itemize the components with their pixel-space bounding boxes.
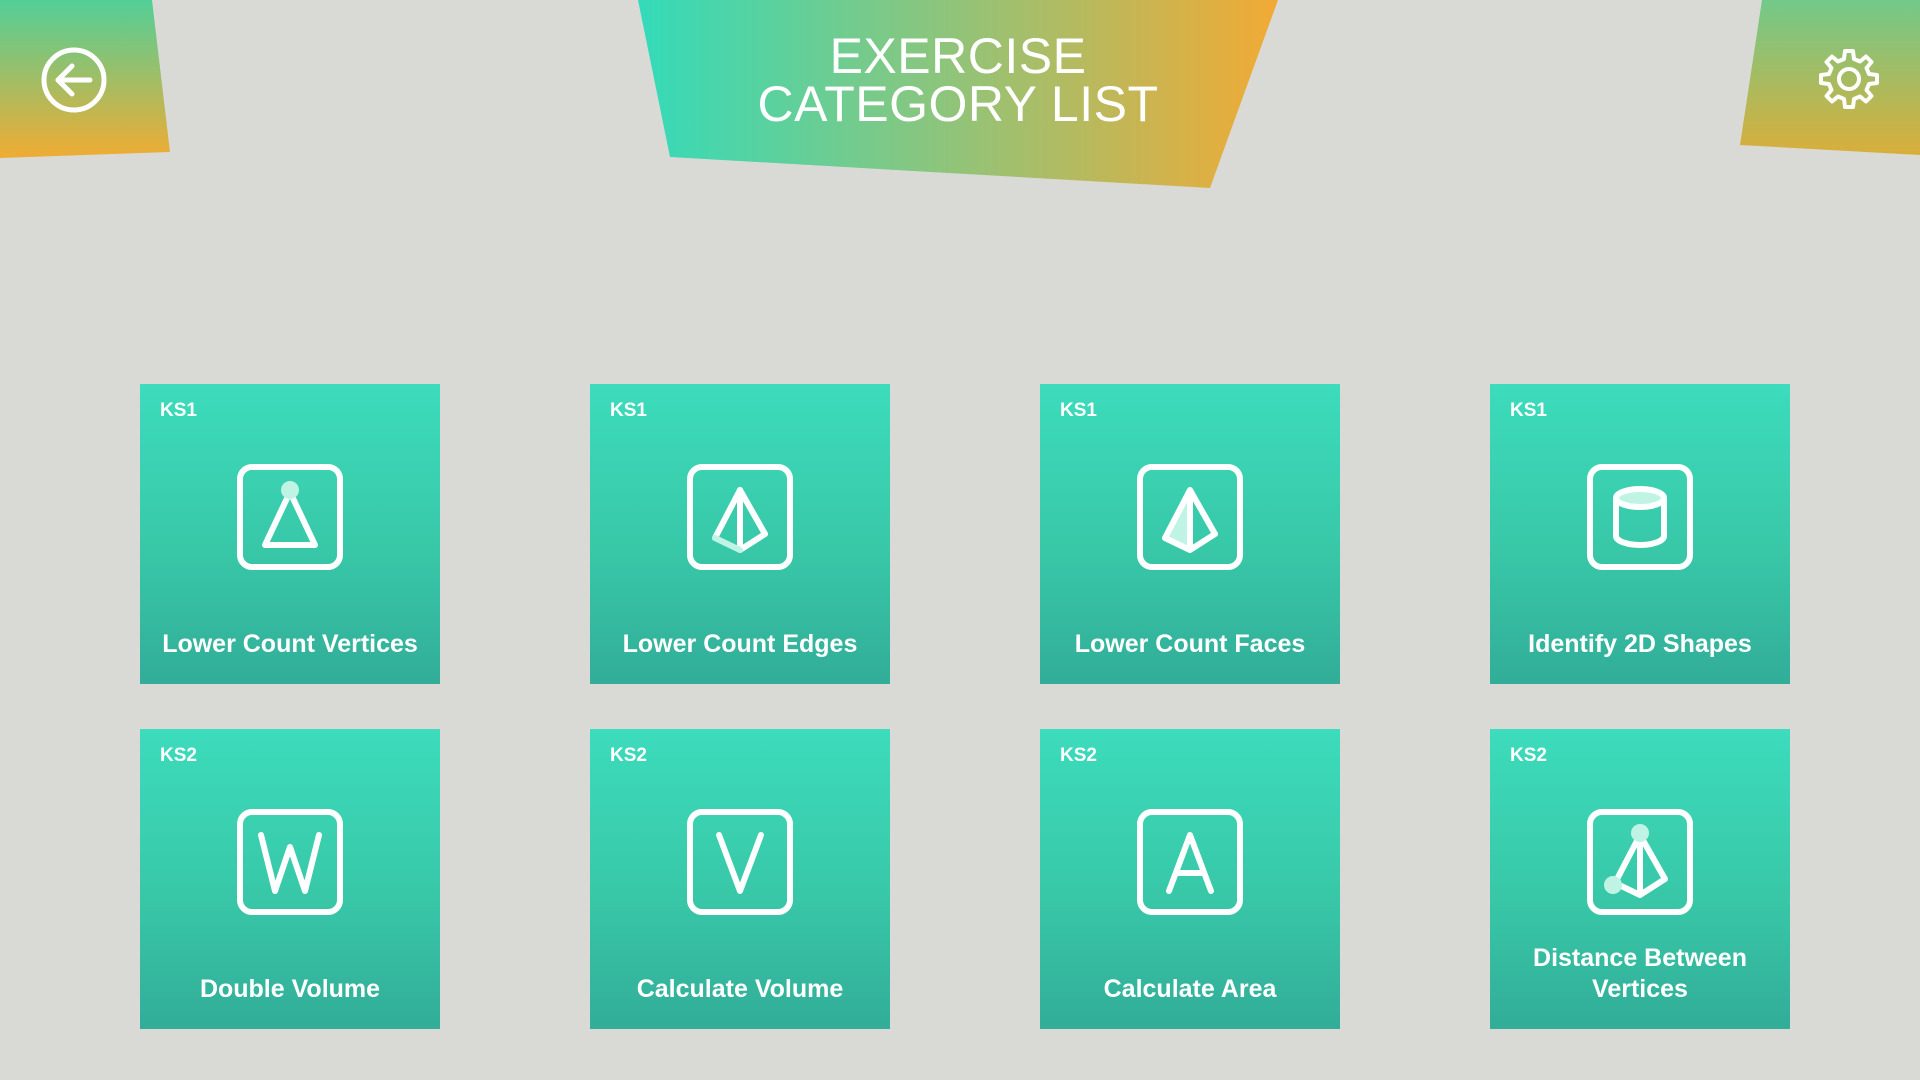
cylinder-icon [1587,464,1693,570]
category-label: Calculate Volume [636,975,844,1003]
category-label: Lower Count Faces [1074,630,1306,658]
page-title-line1: EXERCISE [829,28,1087,84]
category-tile-lower-count-edges[interactable]: KS1 Lower Count Edges [590,384,890,684]
category-label: Double Volume [199,975,381,1003]
back-button[interactable] [0,0,170,160]
category-tile-lower-count-vertices[interactable]: KS1 Lower Count Vertices [140,384,440,684]
category-tile-calculate-area[interactable]: KS2 Calculate Area [1040,729,1340,1029]
page-title-banner: EXERCISE CATEGORY LIST [636,0,1280,190]
page-title-line2: CATEGORY LIST [757,76,1159,132]
key-stage-label: KS2 [1060,745,1097,766]
pyramid-faces-icon [1137,464,1243,570]
category-label: Identify 2D Shapes [1528,630,1752,658]
letter-a-icon [1137,809,1243,915]
key-stage-label: KS2 [610,745,647,766]
key-stage-label: KS2 [1510,745,1547,766]
key-stage-label: KS1 [610,400,647,421]
arrow-left-circle-icon [41,47,107,113]
settings-button[interactable] [1740,0,1920,160]
pyramid-vertices-icon [1587,809,1693,915]
letter-w-icon [237,809,343,915]
category-label: Calculate Area [1103,975,1277,1003]
gear-icon [1819,49,1879,109]
key-stage-label: KS2 [160,745,197,766]
category-label: Lower Count Vertices [162,630,418,658]
pyramid-edges-icon [687,464,793,570]
category-tile-double-volume[interactable]: KS2 Double Volume [140,729,440,1029]
category-label: Lower Count Edges [622,630,858,658]
category-tile-calculate-volume[interactable]: KS2 Calculate Volume [590,729,890,1029]
triangle-vertex-icon [237,464,343,570]
category-tile-identify-2d-shapes[interactable]: KS1 Identify 2D Shapes [1490,384,1790,684]
category-label: Distance Between Vertices [1533,944,1747,1003]
category-tile-lower-count-faces[interactable]: KS1 Lower Count Faces [1040,384,1340,684]
category-tile-distance-between-vertices[interactable]: KS2 Distance Between Vertices [1490,729,1790,1029]
letter-v-icon [687,809,793,915]
page-title: EXERCISE CATEGORY LIST [636,28,1280,132]
key-stage-label: KS1 [1510,400,1547,421]
key-stage-label: KS1 [1060,400,1097,421]
key-stage-label: KS1 [160,400,197,421]
